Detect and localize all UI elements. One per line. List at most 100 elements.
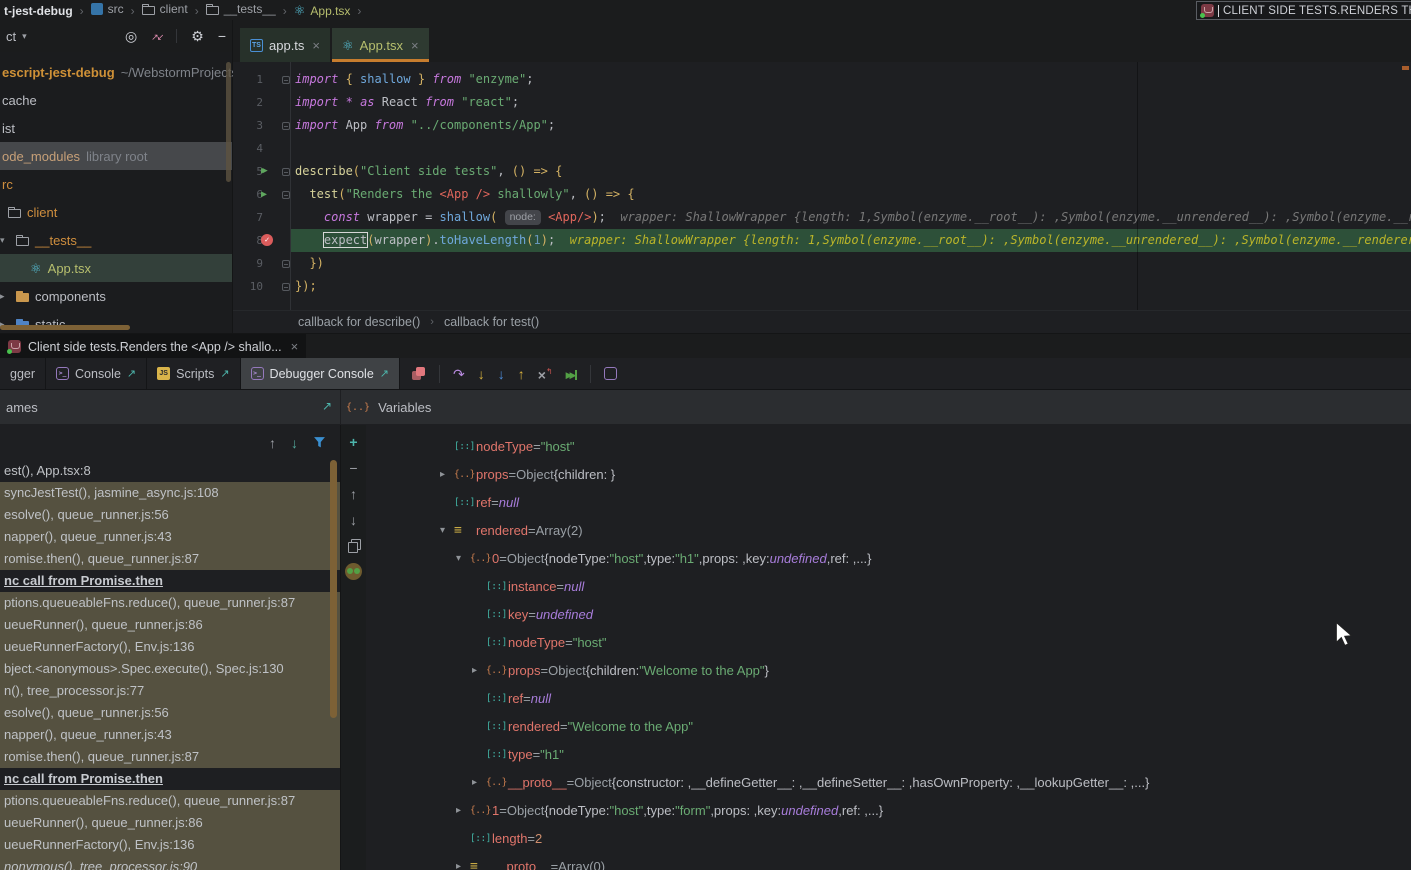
- stack-frame-row[interactable]: ueueRunner(), queue_runner.js:86: [0, 812, 340, 834]
- debugger-tab[interactable]: >_Debugger Console↗: [241, 358, 400, 389]
- open-in-new-icon[interactable]: ↗: [380, 367, 389, 380]
- variable-row[interactable]: [::]nodeType = "host": [366, 628, 1411, 656]
- debug-session-tab[interactable]: Client side tests.Renders the <App /> sh…: [0, 334, 306, 359]
- tree-chevron-icon[interactable]: ▸: [440, 469, 454, 480]
- tree-chevron-icon[interactable]: ▾: [0, 235, 10, 246]
- stack-frame-row[interactable]: romise.then(), queue_runner.js:87: [0, 746, 340, 768]
- stack-frame-row[interactable]: ueueRunner(), queue_runner.js:86: [0, 614, 340, 636]
- code-line[interactable]: 3import App from "../components/App";: [233, 114, 1411, 137]
- run-configuration-selector[interactable]: CLIENT SIDE TESTS.RENDERS THE: [1196, 1, 1411, 20]
- tree-chevron-icon[interactable]: ▾: [440, 525, 454, 536]
- run-to-cursor-icon[interactable]: [566, 365, 578, 383]
- project-tree-item[interactable]: ▸components: [0, 282, 232, 310]
- variable-row[interactable]: ▸{..}props = Object {children: }: [366, 460, 1411, 488]
- editor-breadcrumb-item[interactable]: callback for test(): [444, 315, 539, 329]
- stack-frame-row[interactable]: napper(), queue_runner.js:43: [0, 724, 340, 746]
- evaluate-console-icon[interactable]: [604, 367, 617, 380]
- editor-breadcrumb-item[interactable]: callback for describe(): [298, 315, 420, 329]
- fold-marker-icon[interactable]: [282, 76, 290, 84]
- debugger-tab[interactable]: JSScripts↗: [147, 358, 240, 389]
- open-in-new-icon[interactable]: ↗: [220, 367, 229, 380]
- project-tree-item[interactable]: ode_moduleslibrary root: [0, 142, 232, 170]
- stack-frame-row[interactable]: ptions.queueableFns.reduce(), queue_runn…: [0, 790, 340, 812]
- tree-chevron-icon[interactable]: ▸: [456, 805, 470, 816]
- drop-frame-icon[interactable]: [538, 364, 553, 383]
- stack-frame-row[interactable]: bject.<anonymous>.Spec.execute(), Spec.j…: [0, 658, 340, 680]
- close-icon[interactable]: ×: [409, 38, 421, 53]
- code-line[interactable]: 7 const wrapper = shallow( node: <App/>)…: [233, 206, 1411, 229]
- next-frame-icon[interactable]: ↓: [291, 435, 298, 451]
- project-tree-item[interactable]: escript-jest-debug~/WebstormProjects/t: [0, 58, 232, 86]
- stack-frame-row[interactable]: nc call from Promise.then: [0, 768, 340, 790]
- stack-frame-row[interactable]: esolve(), queue_runner.js:56: [0, 504, 340, 526]
- variable-row[interactable]: ▾≡rendered = Array(2): [366, 516, 1411, 544]
- stack-frame-row[interactable]: romise.then(), queue_runner.js:87: [0, 548, 340, 570]
- debugger-tab[interactable]: gger: [0, 358, 46, 389]
- variable-row[interactable]: [::]type = "h1": [366, 740, 1411, 768]
- stack-frame-row[interactable]: nonymous(), tree_processor.js:90: [0, 856, 340, 870]
- fold-marker-icon[interactable]: [282, 260, 290, 268]
- run-test-icon[interactable]: ▶: [261, 183, 267, 206]
- editor-tab[interactable]: ⚛App.tsx×: [332, 28, 429, 62]
- force-step-into-icon[interactable]: [498, 366, 505, 382]
- step-out-icon[interactable]: [518, 366, 525, 382]
- step-into-icon[interactable]: [478, 366, 485, 382]
- fold-marker-icon[interactable]: [282, 168, 290, 176]
- line-number[interactable]: 10: [237, 275, 263, 298]
- expand-icon[interactable]: ↗: [322, 399, 332, 413]
- breadcrumb-item[interactable]: src: [89, 2, 126, 16]
- variable-row[interactable]: [::]nodeType = "host": [366, 432, 1411, 460]
- line-number[interactable]: 8: [237, 229, 263, 252]
- editor-tab[interactable]: TSapp.ts×: [240, 28, 330, 62]
- stack-frame-row[interactable]: est(), App.tsx:8: [0, 460, 340, 482]
- code-line[interactable]: 8✓ expect(wrapper).toHaveLength(1); wrap…: [233, 229, 1411, 252]
- tree-chevron-icon[interactable]: ▸: [472, 777, 486, 788]
- fold-marker-icon[interactable]: [282, 283, 290, 291]
- project-tree-item[interactable]: ist: [0, 114, 232, 142]
- project-tree-item[interactable]: ⚛App.tsx: [0, 254, 232, 282]
- line-number[interactable]: 2: [237, 91, 263, 114]
- variable-row[interactable]: ▸{..}1 = Object {nodeType: "host",type: …: [366, 796, 1411, 824]
- code-line[interactable]: 2import * as React from "react";: [233, 91, 1411, 114]
- tree-chevron-icon[interactable]: ▸: [456, 861, 470, 870]
- variable-row[interactable]: [::]key = undefined: [366, 600, 1411, 628]
- stack-frame-row[interactable]: nc call from Promise.then: [0, 570, 340, 592]
- project-tree-item[interactable]: ▾__tests__: [0, 226, 232, 254]
- variable-row[interactable]: ▸{..}props = Object {children: "Welcome …: [366, 656, 1411, 684]
- variable-row[interactable]: [::]instance = null: [366, 572, 1411, 600]
- stack-frame-row[interactable]: ueueRunnerFactory(), Env.js:136: [0, 834, 340, 856]
- show-watches-icon[interactable]: [345, 563, 362, 580]
- remove-watch-icon[interactable]: −: [349, 461, 357, 476]
- duplicate-icon[interactable]: [348, 539, 360, 552]
- variable-row[interactable]: [::]length = 2: [366, 824, 1411, 852]
- variable-row[interactable]: ▸{..}__proto__ = Object {constructor: ,_…: [366, 768, 1411, 796]
- line-number[interactable]: 6: [237, 183, 263, 206]
- line-number[interactable]: 3: [237, 114, 263, 137]
- open-in-new-icon[interactable]: ↗: [127, 367, 136, 380]
- stack-frame-row[interactable]: ueueRunnerFactory(), Env.js:136: [0, 636, 340, 658]
- line-number[interactable]: 5: [237, 160, 263, 183]
- stack-frame-row[interactable]: syncJestTest(), jasmine_async.js:108: [0, 482, 340, 504]
- stack-frame-row[interactable]: n(), tree_processor.js:77: [0, 680, 340, 702]
- variable-row[interactable]: [::]rendered = "Welcome to the App": [366, 712, 1411, 740]
- fold-marker-icon[interactable]: [282, 191, 290, 199]
- breakpoint-icon[interactable]: ✓: [261, 234, 273, 246]
- code-line[interactable]: 6▶ test("Renders the <App /> shallowly",…: [233, 183, 1411, 206]
- line-number[interactable]: 9: [237, 252, 263, 275]
- project-tree-item[interactable]: cache: [0, 86, 232, 114]
- tree-chevron-icon[interactable]: ▸: [472, 665, 486, 676]
- code-line[interactable]: 9 }): [233, 252, 1411, 275]
- variable-row[interactable]: [::]ref = null: [366, 684, 1411, 712]
- stack-frame-row[interactable]: esolve(), queue_runner.js:56: [0, 702, 340, 724]
- filter-frames-icon[interactable]: [313, 436, 326, 449]
- collapse-panel-icon[interactable]: [151, 29, 162, 44]
- project-vertical-scrollbar[interactable]: [226, 62, 231, 182]
- close-icon[interactable]: ×: [310, 38, 322, 53]
- breakpoints-icon[interactable]: [412, 367, 426, 381]
- stack-frame-row[interactable]: napper(), queue_runner.js:43: [0, 526, 340, 548]
- close-icon[interactable]: ×: [289, 339, 301, 354]
- project-tree-item[interactable]: rc: [0, 170, 232, 198]
- line-number[interactable]: 7: [237, 206, 263, 229]
- step-over-icon[interactable]: [453, 366, 465, 382]
- tree-chevron-icon[interactable]: ▾: [456, 553, 470, 564]
